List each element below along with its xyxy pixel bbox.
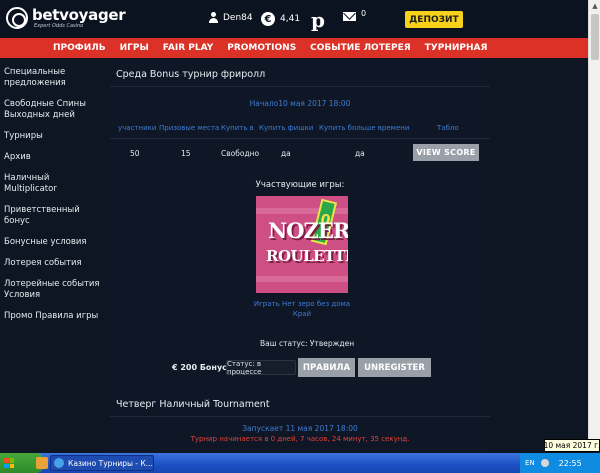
page-scrollbar[interactable]: ▲ ▼ (588, 0, 600, 452)
quick-launch-icon[interactable] (36, 457, 48, 469)
language-indicator[interactable]: EN (525, 459, 535, 467)
sidebar-item-archive[interactable]: Архив (0, 149, 108, 166)
system-tray: EN 22:55 (520, 453, 600, 473)
tray-icon[interactable] (540, 459, 549, 467)
sidebar-item-tournaments[interactable]: Турниры (0, 128, 108, 145)
username: Den84 (223, 12, 253, 23)
taskbar-window-title: Казино Турниры - К... (68, 458, 153, 468)
divider (110, 416, 490, 417)
nav-games[interactable]: ИГРЫ (120, 43, 149, 53)
tournament-start-time: Начало10 мая 2017 18:00 (249, 99, 351, 108)
sidebar-item-lottery-events[interactable]: Лотерея события (0, 255, 108, 272)
balance-amount: 4,41 (280, 14, 301, 24)
date-tooltip: 10 мая 2017 г. (543, 439, 600, 452)
taskbar-window-button[interactable]: Казино Турниры - К... (50, 455, 154, 471)
tournament2-start-time: Запускает 11 мая 2017 18:00 (242, 424, 358, 433)
messages-count: 0 (361, 9, 367, 18)
deposit-button[interactable]: ДЕПОЗИТ (405, 11, 463, 28)
thumb-subtitle: ROULETTE (266, 247, 348, 265)
rules-button[interactable]: ПРАВИЛА (298, 358, 355, 377)
thumb-stripe (256, 276, 348, 282)
divider (110, 86, 490, 87)
nav-promotions[interactable]: PROMOTIONS (227, 43, 296, 53)
windows-flag-icon (4, 458, 14, 468)
cell-participants: 50 (130, 149, 140, 158)
col-buy-chips: Купить фишки (259, 124, 314, 132)
nav-fair-play[interactable]: FAIR PLAY (163, 43, 213, 53)
windows-taskbar: Казино Турниры - К... EN 22:55 (0, 453, 600, 473)
bonus-amount: € 200 Бонус (172, 363, 227, 372)
participating-games-label: Участвующие игры: (255, 180, 345, 190)
view-score-button[interactable]: VIEW SCORE (413, 144, 479, 161)
cell-prize-places: 15 (181, 149, 191, 158)
balance[interactable]: € 4,41 (261, 12, 300, 26)
points-icon[interactable]: p (311, 8, 325, 32)
sidebar-item-bonus-terms[interactable]: Бонусные условия (0, 234, 108, 251)
nav-profile[interactable]: ПРОФИЛЬ (53, 43, 106, 53)
site-header: betvoyager Expert Odds Casino Den84 € 4,… (0, 0, 588, 38)
game-thumbnail-nozer-roulette[interactable]: NOZER ROULETTE (256, 196, 348, 293)
user-icon (208, 12, 219, 23)
main-content: Среда Bonus турнир фриролл Начало10 мая … (110, 60, 490, 453)
col-buy-more-time: Купить больше времени (319, 124, 410, 132)
euro-icon: € (261, 12, 275, 26)
thumb-title: NOZER (268, 218, 348, 243)
main-nav: ПРОФИЛЬ ИГРЫ FAIR PLAY PROMOTIONS СОБЫТИ… (0, 38, 588, 58)
logo-name: betvoyager (32, 5, 126, 24)
user-account[interactable]: Den84 (208, 12, 253, 23)
nav-tournaments[interactable]: ТУРНИРНАЯ (425, 43, 488, 53)
nav-lottery-event[interactable]: СОБЫТИЕ ЛОТЕРЕЯ (310, 43, 410, 53)
status-pill: Статус: в процессе (226, 360, 296, 376)
browser-icon (54, 458, 64, 468)
tournament-title: Среда Bonus турнир фриролл (116, 69, 266, 80)
divider (110, 138, 490, 139)
cell-buy-in: Свободно (221, 149, 260, 158)
scroll-thumb[interactable] (591, 14, 599, 60)
betvoyager-logo[interactable]: betvoyager Expert Odds Casino (6, 5, 126, 29)
col-leaderboard: Табло (437, 124, 459, 132)
scroll-up-icon[interactable]: ▲ (589, 0, 600, 12)
tournament2-title: Четверг Наличный Tournament (116, 399, 270, 410)
unregister-button[interactable]: UNREGISTER (358, 358, 431, 377)
sidebar-item-weekend-free-spins[interactable]: Свободные Спины Выходных дней (0, 96, 108, 124)
sidebar-item-promo-rules[interactable]: Промо Правила игры (0, 308, 108, 325)
sidebar-item-special-offers[interactable]: Специальные предложения (0, 64, 108, 92)
cell-buy-more-time: да (355, 149, 365, 158)
col-prize-places: Призовые места (159, 124, 220, 132)
messages[interactable]: 0 (343, 9, 367, 21)
mail-icon (343, 12, 356, 21)
sidebar-item-lottery-terms[interactable]: Лотерейные события Условия (0, 276, 108, 304)
sidebar-item-welcome-bonus[interactable]: Приветственный бонус (0, 202, 108, 230)
logo-mark-icon (6, 7, 28, 29)
sidebar: Специальные предложения Свободные Спины … (0, 64, 108, 329)
col-buy-in: Купить в (221, 124, 254, 132)
tournament2-countdown: Турнир начинается в 0 дней, 7 часов, 24 … (190, 435, 410, 443)
game-link[interactable]: Играть Нет зеро без дома Край (246, 299, 358, 319)
col-participants: участники (118, 124, 157, 132)
taskbar-clock[interactable]: 22:55 (559, 459, 582, 468)
sidebar-item-cash-multiplicator[interactable]: Наличный Multiplicator (0, 170, 108, 198)
your-status: Ваш статус: Утвержден (260, 339, 355, 348)
cell-buy-chips: да (281, 149, 291, 158)
